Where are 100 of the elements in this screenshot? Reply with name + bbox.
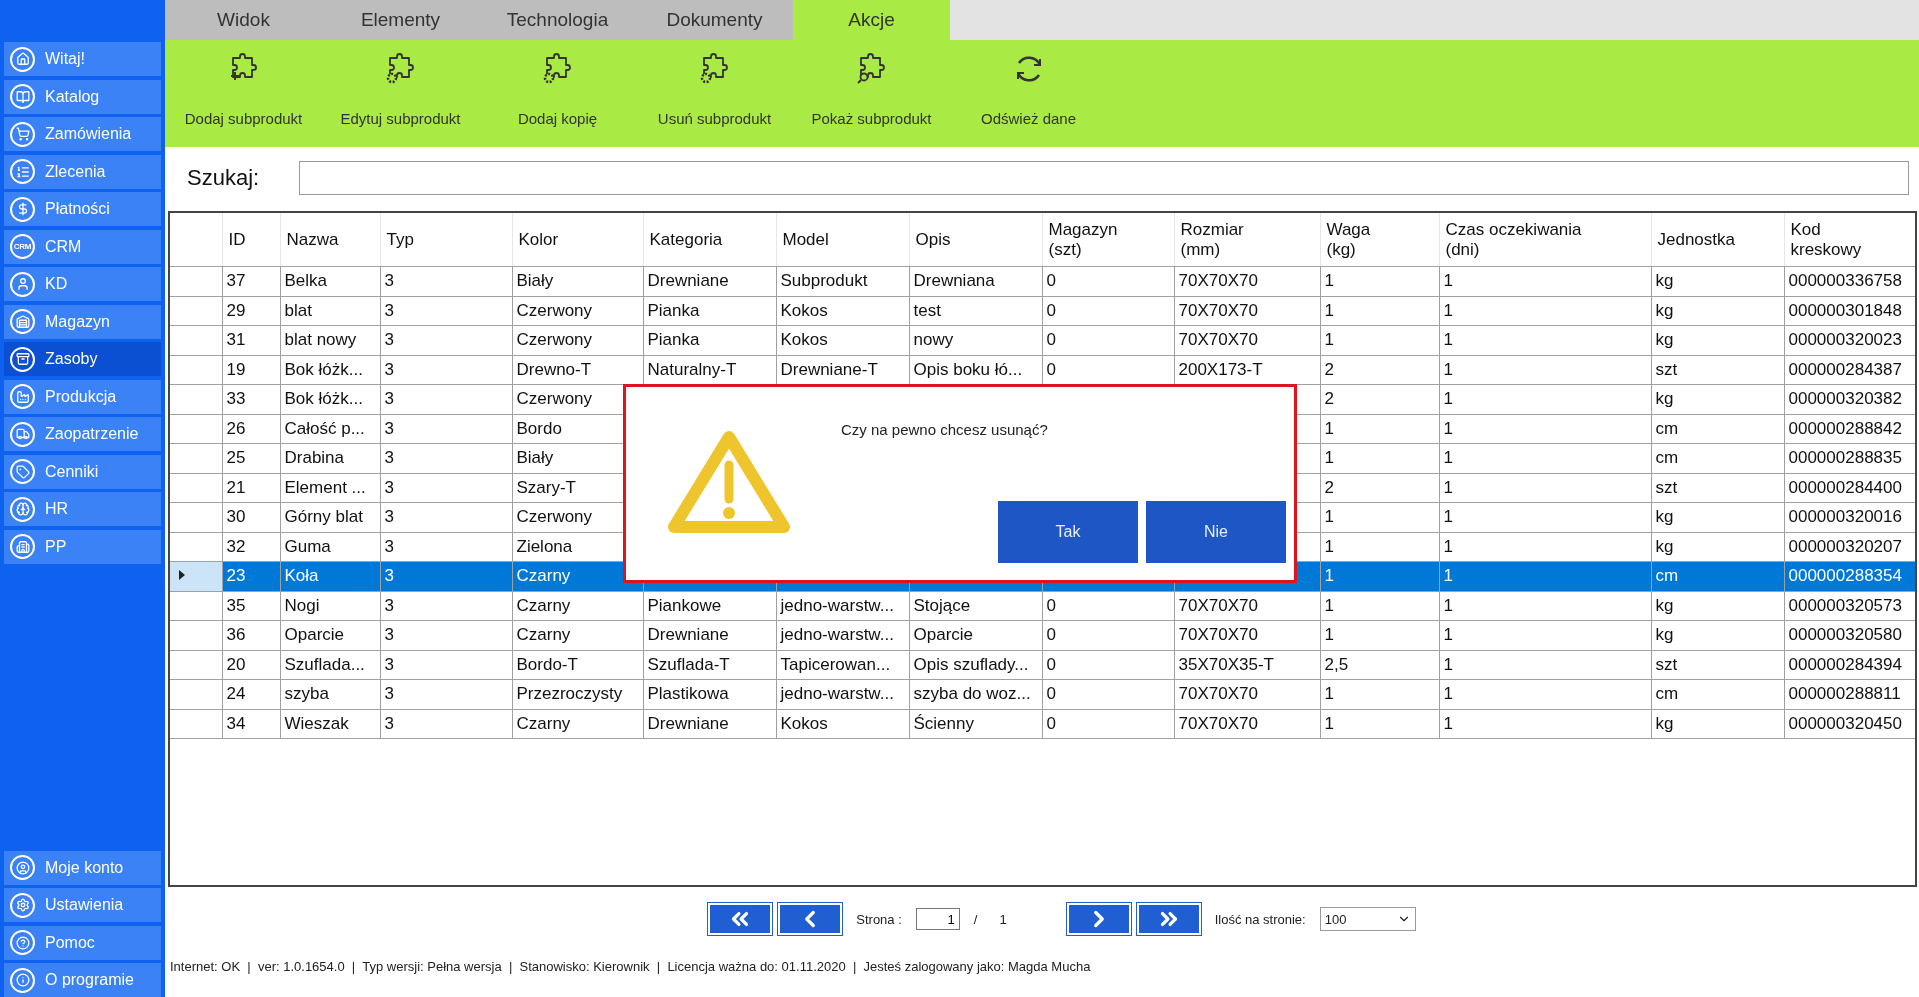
table-cell: 000000320450 — [1784, 709, 1915, 739]
search-label: Szukaj: — [187, 165, 260, 191]
table-cell: Oparcie — [280, 620, 380, 650]
table-cell: kg — [1651, 620, 1784, 650]
table-cell: 1 — [1439, 561, 1651, 591]
sidebar-item[interactable]: Magazyn — [4, 304, 161, 339]
table-cell: 3 — [380, 325, 512, 355]
table-cell: 35 — [222, 591, 280, 621]
sidebar-item[interactable]: Produkcja — [4, 379, 161, 414]
table-cell: Czarny — [512, 591, 643, 621]
table-cell: 000000284387 — [1784, 355, 1915, 385]
table-cell: kg — [1651, 384, 1784, 414]
toolbar-button[interactable]: Odśwież dane — [950, 40, 1107, 147]
table-cell: 000000288811 — [1784, 679, 1915, 709]
sidebar-item[interactable]: Witaj! — [4, 42, 161, 76]
column-header[interactable]: Opis — [909, 213, 1042, 267]
per-page-select[interactable]: 100 — [1319, 907, 1416, 931]
column-header[interactable]: Magazyn (szt) — [1042, 213, 1174, 267]
column-header[interactable]: Waga (kg) — [1320, 213, 1439, 267]
table-cell: 30 — [222, 502, 280, 532]
table-cell: szyba do woz... — [909, 679, 1042, 709]
dialog-button[interactable]: Nie — [1146, 501, 1286, 563]
table-cell: szt — [1651, 473, 1784, 503]
table-cell: 2 — [1320, 473, 1439, 503]
page-field[interactable]: 1 — [915, 908, 960, 930]
table-cell: Guma — [280, 532, 380, 562]
table-cell: 000000284394 — [1784, 650, 1915, 680]
table-cell: Biały — [512, 266, 643, 296]
column-header[interactable]: Kolor — [512, 213, 643, 267]
table-cell: Drabina — [280, 443, 380, 473]
table-cell: 35X70X35-T — [1174, 650, 1320, 680]
toolbar-button[interactable]: Pokaż subprodukt — [793, 40, 950, 147]
table-cell: 000000336758 — [1784, 266, 1915, 296]
column-header[interactable]: ID — [222, 213, 280, 267]
toolbar-button[interactable]: Dodaj subprodukt — [165, 40, 322, 147]
table-cell: 000000301848 — [1784, 296, 1915, 326]
tab[interactable]: Akcje — [793, 0, 950, 40]
sidebar-item[interactable]: Ustawienia — [4, 888, 161, 922]
sidebar-item[interactable]: Zlecenia — [4, 154, 161, 189]
table-cell: 1 — [1439, 620, 1651, 650]
column-header[interactable]: Typ — [380, 213, 512, 267]
table-cell: 3 — [380, 502, 512, 532]
table-cell: Bordo-T — [512, 650, 643, 680]
sidebar-item[interactable]: CRM CRM — [4, 229, 161, 264]
table-cell: Czarny — [512, 620, 643, 650]
column-header[interactable]: Kategoria — [643, 213, 776, 267]
column-header[interactable]: Nazwa — [280, 213, 380, 267]
table-cell: 0 — [1042, 296, 1174, 326]
table-cell: Górny blat — [280, 502, 380, 532]
sidebar-item[interactable]: KD — [4, 267, 161, 301]
toolbar-button[interactable]: Dodaj kopię — [479, 40, 636, 147]
table-cell: Naturalny-T — [643, 355, 776, 385]
sidebar-item[interactable]: Pomoc — [4, 925, 161, 960]
column-header[interactable]: Jednostka — [1651, 213, 1784, 267]
table-cell: 70X70X70 — [1174, 620, 1320, 650]
table-cell: 3 — [380, 443, 512, 473]
table-cell: 70X70X70 — [1174, 296, 1320, 326]
table-cell: 1 — [1439, 591, 1651, 621]
table-cell: test — [909, 296, 1042, 326]
table-cell: 1 — [1439, 414, 1651, 444]
table-cell: kg — [1651, 266, 1784, 296]
table-cell: 000000320023 — [1784, 325, 1915, 355]
table-cell: 36 — [222, 620, 280, 650]
sidebar-item[interactable]: Zamówienia — [4, 117, 161, 151]
table-cell: szt — [1651, 650, 1784, 680]
sidebar-item[interactable]: PP — [4, 529, 161, 564]
table-cell: Ścienny — [909, 709, 1042, 739]
sidebar-item[interactable]: Zasoby — [4, 342, 161, 376]
toolbar-button[interactable]: Usuń subprodukt — [636, 40, 793, 147]
sidebar-item[interactable]: HR — [4, 492, 161, 526]
table-cell: 21 — [222, 473, 280, 503]
table-cell: kg — [1651, 709, 1784, 739]
table-cell: 1 — [1320, 443, 1439, 473]
tab[interactable]: Dokumenty — [636, 0, 793, 40]
column-header[interactable]: Model — [776, 213, 909, 267]
toolbar-button[interactable]: Edytuj subprodukt — [322, 40, 479, 147]
sidebar-item[interactable]: Płatności — [4, 192, 161, 226]
sidebar-item[interactable]: O programie — [4, 963, 161, 997]
column-header[interactable]: Rozmiar (mm) — [1174, 213, 1320, 267]
table-cell: 70X70X70 — [1174, 325, 1320, 355]
table-cell: 000000320016 — [1784, 502, 1915, 532]
sidebar-item[interactable]: Zaopatrzenie — [4, 417, 161, 451]
table-cell: 34 — [222, 709, 280, 739]
table-cell: 1 — [1320, 591, 1439, 621]
sidebar-item[interactable]: Moje konto — [4, 850, 161, 885]
table-cell: Całość p... — [280, 414, 380, 444]
dialog-button[interactable]: Tak — [998, 501, 1138, 563]
table-cell: 3 — [380, 266, 512, 296]
tab[interactable]: Elementy — [322, 0, 479, 40]
sidebar-item[interactable]: Katalog — [4, 79, 161, 114]
sidebar-item[interactable]: Cenniki — [4, 454, 161, 489]
table-cell: 70X70X70 — [1174, 679, 1320, 709]
table-cell: 2,5 — [1320, 650, 1439, 680]
table-cell: Drewniane — [643, 620, 776, 650]
column-header[interactable]: Czas oczekiwania (dni) — [1439, 213, 1651, 267]
table-cell: 3 — [380, 591, 512, 621]
table-cell: 70X70X70 — [1174, 709, 1320, 739]
tab[interactable]: Technologia — [479, 0, 636, 40]
column-header[interactable]: Kod kreskowy — [1784, 213, 1915, 267]
tab[interactable]: Widok — [165, 0, 322, 40]
